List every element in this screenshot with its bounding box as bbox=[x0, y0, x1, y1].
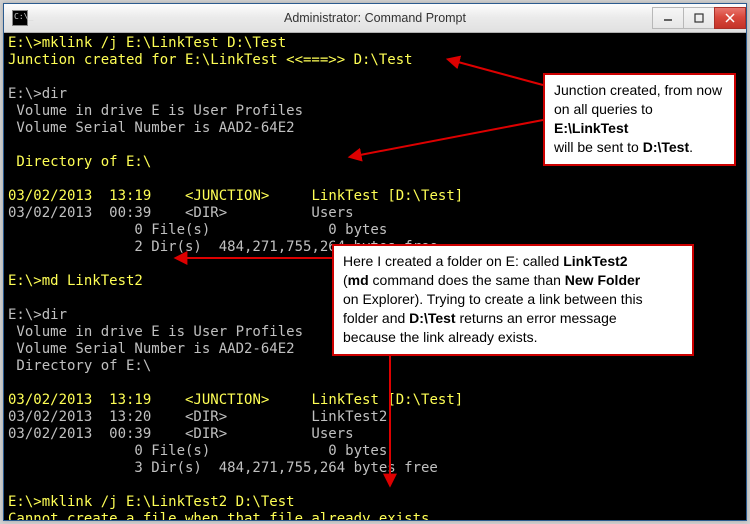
prompt: E:\> bbox=[8, 494, 42, 510]
command-mklink-2: mklink /j E:\LinkTest2 D:\Test bbox=[42, 494, 295, 510]
output-serial: Volume Serial Number is AAD2-64E2 bbox=[8, 120, 295, 136]
output-directory-header: Directory of E:\ bbox=[8, 358, 151, 374]
dir-row-users: 03/02/2013 00:39 <DIR> Users bbox=[8, 426, 354, 442]
command-mklink-1: mklink /j E:\LinkTest D:\Test bbox=[42, 35, 286, 51]
dir-row-users: 03/02/2013 00:39 <DIR> Users bbox=[8, 205, 354, 221]
dir-file-summary: 0 File(s) 0 bytes bbox=[8, 222, 387, 238]
window-controls bbox=[653, 7, 746, 29]
output-directory-header: Directory of E:\ bbox=[8, 154, 151, 170]
command-md-linktest2: md LinkTest2 bbox=[42, 273, 143, 289]
output-junction-created: Junction created for E:\LinkTest <<===>>… bbox=[8, 52, 413, 68]
prompt: E:\> bbox=[8, 273, 42, 289]
prompt: E:\> bbox=[8, 35, 42, 51]
junction-tag: <JUNCTION> bbox=[185, 392, 269, 408]
annotation-callout-2: Here I created a folder on E: called Lin… bbox=[332, 244, 694, 356]
annotation-callout-1: Junction created, from now on all querie… bbox=[543, 73, 736, 166]
window-title: Administrator: Command Prompt bbox=[4, 11, 746, 25]
maximize-button[interactable] bbox=[683, 7, 715, 29]
output-volume-label: Volume in drive E is User Profiles bbox=[8, 103, 303, 119]
titlebar[interactable]: Administrator: Command Prompt bbox=[4, 4, 746, 33]
cmd-icon bbox=[12, 10, 28, 26]
command-dir-2: E:\>dir bbox=[8, 307, 67, 323]
close-button[interactable] bbox=[714, 7, 746, 29]
command-dir-1: E:\>dir bbox=[8, 86, 67, 102]
minimize-button[interactable] bbox=[652, 7, 684, 29]
dir-row-linktest2: 03/02/2013 13:20 <DIR> LinkTest2 bbox=[8, 409, 387, 425]
output-error-exists: Cannot create a file when that file alre… bbox=[8, 511, 438, 520]
junction-tag: <JUNCTION> bbox=[185, 188, 269, 204]
